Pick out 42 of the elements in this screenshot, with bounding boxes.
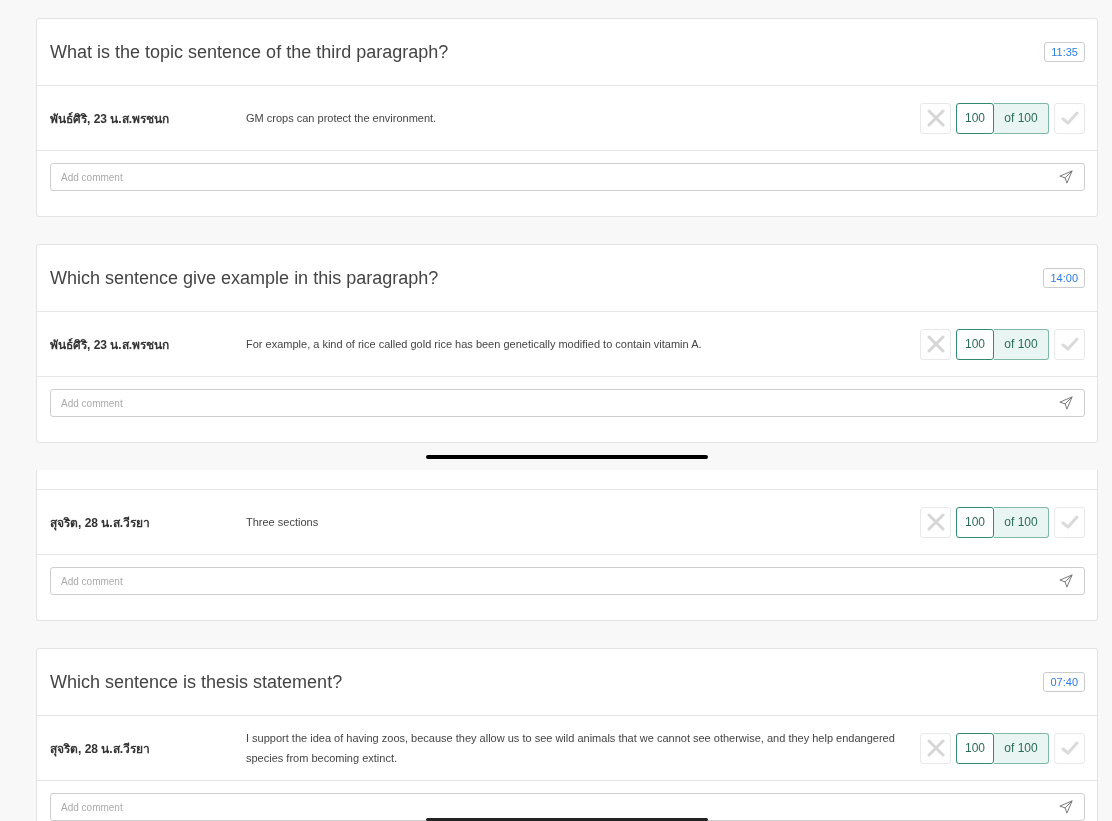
check-icon (1060, 111, 1079, 125)
max-score: of 100 (994, 328, 1049, 360)
check-icon (1060, 741, 1079, 755)
close-icon (926, 513, 945, 531)
comment-field[interactable]: Add comment (50, 567, 1085, 595)
answer-text: GM crops can protect the environment. (246, 111, 438, 126)
comment-field[interactable]: Add comment (50, 793, 1085, 821)
student-name: พันธ์ศิริ, 23 น.ส.พรชนก (50, 336, 171, 354)
send-icon[interactable] (1059, 800, 1073, 814)
answer-text: I support the idea of having zoos, because they allow us to see wild animals that we cannot see otherwise, and they help endangered species from becoming extinct. (246, 731, 896, 766)
student-name: สุจริต, 28 น.ส.วีรยา (50, 514, 152, 532)
max-score: of 100 (994, 732, 1049, 764)
send-icon[interactable] (1059, 170, 1073, 184)
reject-button[interactable] (920, 506, 951, 538)
comment-field[interactable]: Add comment (50, 389, 1085, 417)
question-title: What is the topic sentence of the third paragraph? (50, 41, 449, 63)
accept-button[interactable] (1054, 102, 1085, 134)
close-icon (926, 109, 945, 127)
max-score: of 100 (994, 506, 1049, 538)
answer-text: For example, a kind of rice called gold rice has been genetically modified to contain vitamin A. (246, 337, 703, 352)
close-icon (926, 335, 945, 353)
timer-badge: 11:35 (1044, 42, 1085, 62)
reject-button[interactable] (920, 328, 951, 360)
accept-button[interactable] (1054, 328, 1085, 360)
question-title: Which sentence give example in this paragraph? (50, 267, 439, 289)
accept-button[interactable] (1054, 732, 1085, 764)
reject-button[interactable] (920, 102, 951, 134)
check-icon (1060, 337, 1079, 351)
student-name: สุจริต, 28 น.ส.วีรยา (50, 740, 152, 758)
reject-button[interactable] (920, 732, 951, 764)
question-title: Which sentence is thesis statement? (50, 671, 343, 693)
max-score: of 100 (994, 102, 1049, 134)
close-icon (926, 739, 945, 757)
timer-badge: 07:40 (1043, 672, 1085, 692)
answer-text: Three sections (246, 515, 320, 530)
check-icon (1060, 515, 1079, 529)
send-icon[interactable] (1059, 396, 1073, 410)
student-name: พันธ์ศิริ, 23 น.ส.พรชนก (50, 110, 171, 128)
accept-button[interactable] (1054, 506, 1085, 538)
comment-field[interactable]: Add comment (50, 163, 1085, 191)
timer-badge: 14:00 (1043, 268, 1085, 288)
send-icon[interactable] (1059, 574, 1073, 588)
